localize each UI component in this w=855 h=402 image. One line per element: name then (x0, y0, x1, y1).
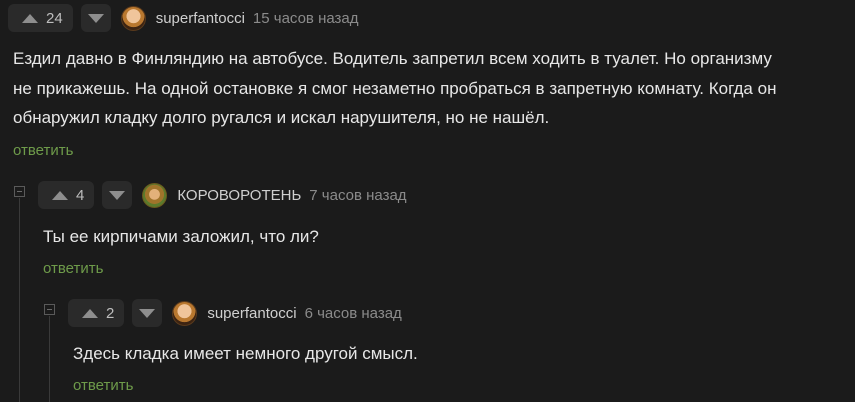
triangle-down-icon (139, 308, 156, 318)
comment-text: Ты ее кирпичами заложил, что ли? (43, 222, 843, 252)
avatar[interactable] (142, 182, 168, 208)
vote-control: 4 (38, 181, 133, 209)
vote-control: 2 (68, 299, 163, 327)
timestamp[interactable]: 15 часов назад (253, 10, 359, 27)
collapse-button[interactable] (44, 304, 55, 315)
reply-link[interactable]: ответить (43, 260, 103, 277)
reply-link[interactable]: ответить (13, 142, 73, 159)
comment-text: Здесь кладка имеет немного другой смысл. (73, 339, 843, 369)
minus-box-icon (47, 309, 52, 310)
triangle-up-icon (52, 190, 68, 200)
downvote-button[interactable] (80, 4, 111, 32)
comment-text: Ездил давно в Финляндию на автобусе. Вод… (13, 44, 853, 133)
reply-link[interactable]: ответить (73, 377, 133, 394)
downvote-button[interactable] (102, 181, 133, 209)
minus-box-icon (17, 191, 22, 192)
thread-line (19, 198, 20, 402)
avatar[interactable] (172, 300, 198, 326)
comment-line: Ездил давно в Финляндию на автобусе. Вод… (13, 49, 772, 68)
triangle-up-icon (82, 308, 98, 318)
comment-header: 4 КОРОВОРОТЕНЬ 7 часов назад (38, 179, 407, 211)
comment-line: не прикажешь. На одной остановке я смог … (13, 78, 777, 98)
username[interactable]: superfantocci (207, 305, 296, 322)
comment-header: 2 superfantocci 6 часов назад (68, 297, 402, 329)
avatar[interactable] (120, 5, 146, 31)
vote-count: 24 (46, 9, 63, 27)
username[interactable]: КОРОВОРОТЕНЬ (177, 187, 301, 204)
upvote-button[interactable]: 24 (8, 4, 73, 32)
thread-line (49, 316, 50, 402)
comment-line: обнаружил кладку долго ругался и искал н… (13, 108, 550, 127)
vote-count: 4 (76, 186, 85, 204)
upvote-button[interactable]: 4 (38, 181, 95, 209)
triangle-down-icon (87, 13, 104, 23)
triangle-down-icon (109, 190, 126, 200)
username[interactable]: superfantocci (156, 10, 245, 27)
vote-count: 2 (106, 304, 115, 322)
collapse-button[interactable] (14, 186, 25, 197)
comment-header: 24 superfantocci 15 часов назад (8, 2, 359, 34)
timestamp[interactable]: 6 часов назад (305, 305, 402, 322)
timestamp[interactable]: 7 часов назад (309, 187, 406, 204)
triangle-up-icon (22, 13, 38, 23)
downvote-button[interactable] (132, 299, 163, 327)
comment-line: Ты ее кирпичами заложил, что ли? (43, 227, 319, 246)
comment-line: Здесь кладка имеет немного другой смысл. (73, 344, 418, 363)
vote-control: 24 (8, 4, 111, 32)
upvote-button[interactable]: 2 (68, 299, 125, 327)
